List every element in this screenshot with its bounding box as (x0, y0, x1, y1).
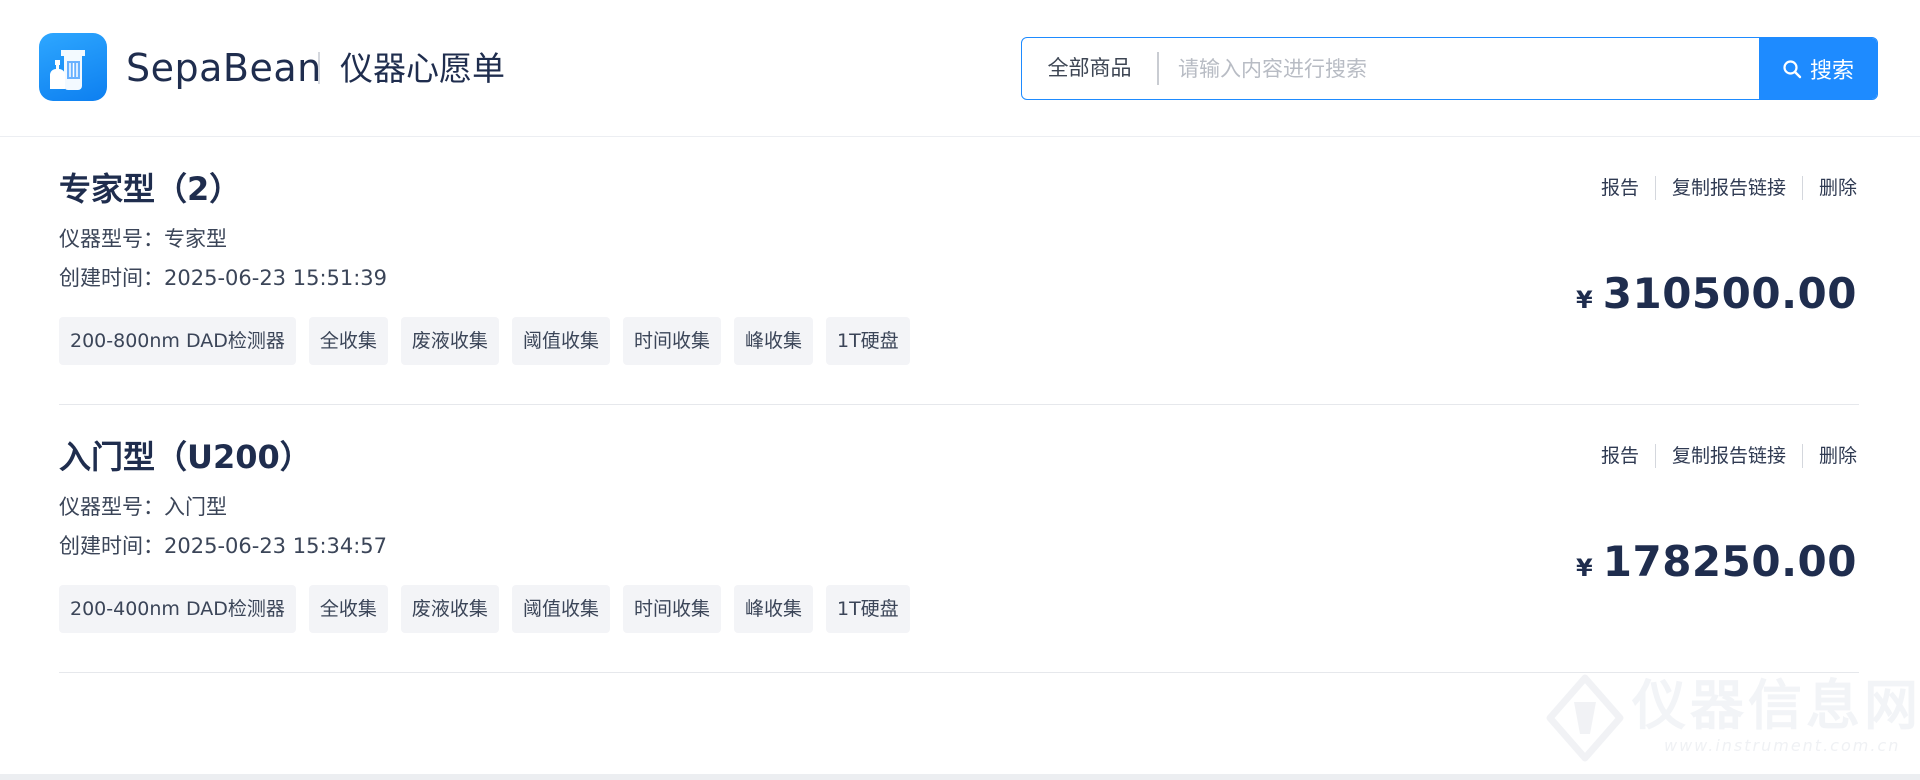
wishlist-item-actions: 报告 复制报告链接 删除 (1601, 175, 1857, 201)
wishlist-item-title[interactable]: 专家型（2） (59, 167, 241, 211)
wishlist-item: 专家型（2） 报告 复制报告链接 删除 仪器型号：专家型 创建时间：2025-0… (59, 137, 1859, 405)
wishlist-item-title[interactable]: 入门型（U200） (59, 435, 312, 479)
page-header: SepaBean 仪器心愿单 全部商品 搜索 (0, 0, 1920, 137)
watermark-text: 仪器信息网 (1632, 674, 1920, 737)
created-label: 创建时间： (59, 266, 164, 290)
config-tag: 时间收集 (622, 585, 721, 633)
currency-symbol: ¥ (1576, 286, 1593, 314)
wishlist-item-actions: 报告 复制报告链接 删除 (1601, 443, 1857, 469)
magnifier-icon (1782, 59, 1802, 79)
config-tag: 1T硬盘 (825, 585, 910, 633)
config-tag: 峰收集 (733, 585, 813, 633)
model-value: 入门型 (164, 495, 227, 519)
price-amount: 178250.00 (1602, 537, 1857, 586)
action-divider (1801, 176, 1803, 200)
config-tag: 峰收集 (733, 317, 813, 365)
model-value: 专家型 (164, 227, 227, 251)
search-scope-divider (1157, 52, 1159, 85)
model-label: 仪器型号： (59, 495, 164, 519)
report-link[interactable]: 报告 (1601, 443, 1639, 469)
model-info: 仪器型号：专家型 (59, 224, 227, 254)
bottom-edge (0, 774, 1920, 780)
sepabean-logo-icon[interactable] (39, 33, 107, 101)
action-divider (1801, 444, 1803, 468)
brand-name[interactable]: SepaBean (126, 44, 322, 92)
wishlist-item: 入门型（U200） 报告 复制报告链接 删除 仪器型号：入门型 创建时间：202… (59, 405, 1859, 673)
page-title: 仪器心愿单 (340, 49, 505, 88)
item-price: ¥ 310500.00 (1576, 269, 1857, 318)
config-tag: 全收集 (308, 317, 388, 365)
created-value: 2025-06-23 15:51:39 (164, 266, 388, 290)
config-tag: 废液收集 (400, 317, 499, 365)
config-tag: 时间收集 (622, 317, 721, 365)
created-label: 创建时间： (59, 534, 164, 558)
config-tag: 200-800nm DAD检测器 (59, 317, 296, 365)
report-link[interactable]: 报告 (1601, 175, 1639, 201)
config-tag: 1T硬盘 (825, 317, 910, 365)
search-input[interactable] (1178, 38, 1768, 99)
model-info: 仪器型号：入门型 (59, 492, 227, 522)
config-tag-list: 200-400nm DAD检测器 全收集 废液收集 阈值收集 时间收集 峰收集 … (59, 585, 910, 633)
action-divider (1654, 176, 1656, 200)
config-tag: 全收集 (308, 585, 388, 633)
created-info: 创建时间：2025-06-23 15:51:39 (59, 263, 387, 293)
copy-report-link-button[interactable]: 复制报告链接 (1672, 175, 1786, 201)
created-info: 创建时间：2025-06-23 15:34:57 (59, 531, 387, 561)
created-value: 2025-06-23 15:34:57 (164, 534, 388, 558)
search-button[interactable]: 搜索 (1759, 38, 1877, 99)
search-bar: 全部商品 搜索 (1021, 37, 1878, 100)
config-tag-list: 200-800nm DAD检测器 全收集 废液收集 阈值收集 时间收集 峰收集 … (59, 317, 910, 365)
config-tag: 阈值收集 (511, 585, 610, 633)
copy-report-link-button[interactable]: 复制报告链接 (1672, 443, 1786, 469)
delete-button[interactable]: 删除 (1819, 443, 1857, 469)
search-scope-select[interactable]: 全部商品 (1022, 38, 1157, 99)
search-button-label: 搜索 (1809, 58, 1854, 84)
config-tag: 阈值收集 (511, 317, 610, 365)
action-divider (1654, 444, 1656, 468)
watermark-logo-icon (1546, 674, 1624, 762)
model-label: 仪器型号： (59, 227, 164, 251)
price-amount: 310500.00 (1602, 269, 1857, 318)
delete-button[interactable]: 删除 (1819, 175, 1857, 201)
item-price: ¥ 178250.00 (1576, 537, 1857, 586)
config-tag: 200-400nm DAD检测器 (59, 585, 296, 633)
currency-symbol: ¥ (1576, 554, 1593, 582)
watermark-url: www.instrument.com.cn (1664, 736, 1901, 755)
brand-divider (318, 52, 320, 84)
site-watermark: 仪器信息网 www.instrument.com.cn (1540, 672, 1918, 764)
config-tag: 废液收集 (400, 585, 499, 633)
